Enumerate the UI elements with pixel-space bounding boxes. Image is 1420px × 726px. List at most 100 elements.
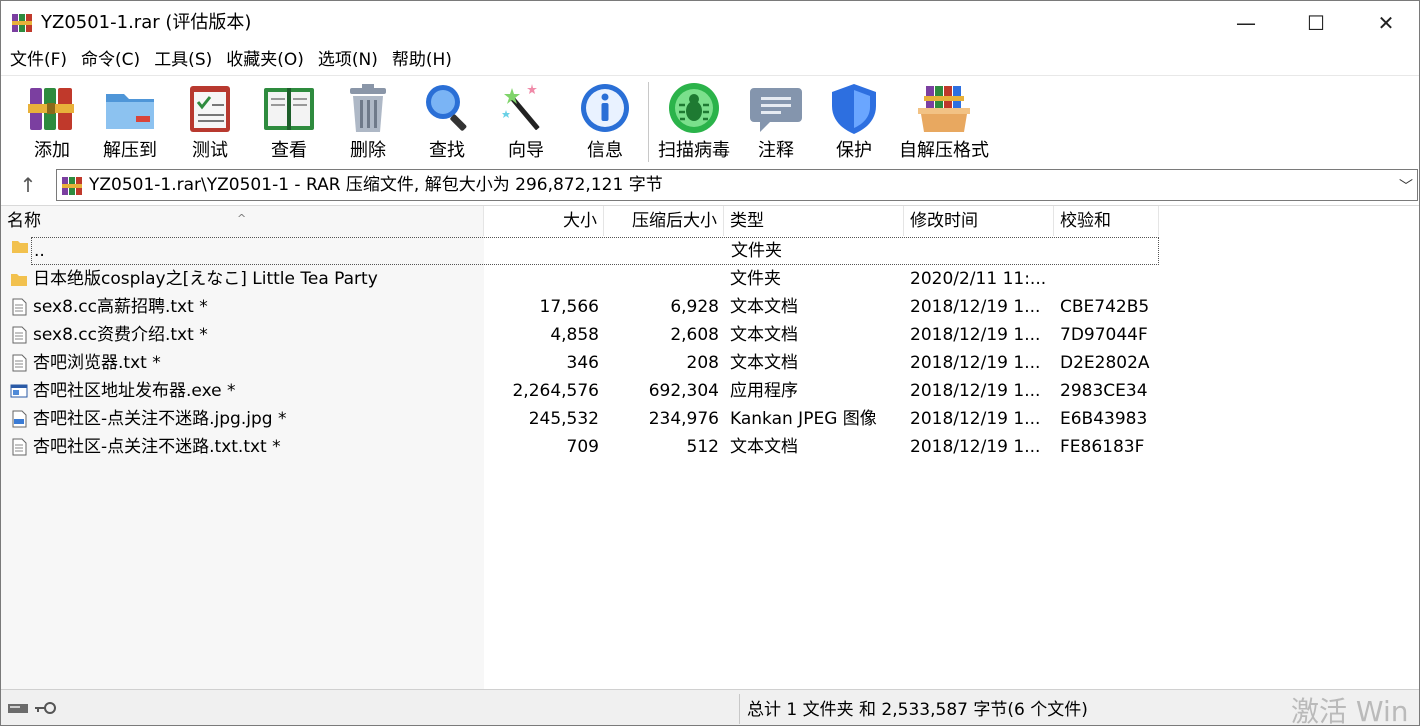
file-type: 文本文档 bbox=[730, 297, 798, 317]
file-mtime: 2018/12/19 1... bbox=[910, 325, 1041, 345]
file-size bbox=[486, 237, 600, 265]
comment-button[interactable]: 注释 bbox=[749, 80, 803, 164]
file-row[interactable]: 杏吧浏览器.txt * 346 208 文本文档 2018/12/19 1...… bbox=[1, 349, 1161, 377]
menu-options[interactable]: 选项(N) bbox=[311, 46, 385, 74]
extract-to-button[interactable]: 解压到 bbox=[99, 80, 161, 164]
file-type: 文本文档 bbox=[730, 437, 798, 457]
minimize-button[interactable]: — bbox=[1211, 1, 1281, 45]
view-button[interactable]: 查看 bbox=[257, 80, 321, 164]
close-button[interactable]: ✕ bbox=[1351, 1, 1419, 45]
menu-help[interactable]: 帮助(H) bbox=[385, 46, 459, 74]
menu-tools[interactable]: 工具(S) bbox=[147, 46, 219, 74]
text-file-icon bbox=[12, 298, 27, 316]
column-header-packed[interactable]: 压缩后大小 bbox=[604, 206, 724, 236]
add-button[interactable]: 添加 bbox=[23, 80, 81, 164]
file-row[interactable]: 日本绝版cosplay之[えなこ] Little Tea Party 文件夹 2… bbox=[1, 265, 1161, 293]
test-clipboard-icon bbox=[190, 86, 230, 132]
file-packed-size: 692,304 bbox=[648, 381, 719, 401]
menu-bar: 文件(F) 命令(C) 工具(S) 收藏夹(O) 选项(N) 帮助(H) bbox=[1, 45, 1419, 75]
file-size: 709 bbox=[566, 437, 599, 457]
file-size: 17,566 bbox=[539, 297, 599, 317]
file-mtime: 2018/12/19 1... bbox=[910, 297, 1041, 317]
extract-to-label: 解压到 bbox=[103, 140, 157, 161]
text-file-icon bbox=[12, 438, 27, 456]
file-list: 名称 ^ 大小 压缩后大小 类型 修改时间 校验和 .. 文件夹 日本绝版cos… bbox=[1, 205, 1419, 690]
column-header-mtime[interactable]: 修改时间 bbox=[904, 206, 1054, 236]
virus-scan-label: 扫描病毒 bbox=[658, 140, 730, 161]
file-crc: E6B43983 bbox=[1060, 409, 1148, 429]
folder-up-icon bbox=[12, 241, 28, 253]
key-icon[interactable] bbox=[33, 700, 57, 716]
menu-commands[interactable]: 命令(C) bbox=[74, 46, 147, 74]
window-title: YZ0501-1.rar (评估版本) bbox=[41, 12, 252, 33]
file-type: 文件夹 bbox=[731, 241, 782, 261]
virus-scan-button[interactable]: 扫描病毒 bbox=[657, 80, 731, 164]
protect-label: 保护 bbox=[836, 140, 872, 161]
wizard-button[interactable]: 向导 bbox=[497, 80, 555, 164]
folder-icon bbox=[11, 274, 27, 286]
activation-watermark: 激活 Win bbox=[1291, 695, 1409, 726]
virus-scan-icon bbox=[669, 83, 719, 133]
sfx-button[interactable]: 自解压格式 bbox=[899, 80, 989, 164]
file-mtime: 2018/12/19 1... bbox=[910, 409, 1041, 429]
find-label: 查找 bbox=[429, 140, 465, 161]
column-header-name[interactable]: 名称 ^ bbox=[1, 206, 484, 236]
sfx-label: 自解压格式 bbox=[899, 140, 989, 161]
address-field[interactable]: YZ0501-1.rar\YZ0501-1 - RAR 压缩文件, 解包大小为 … bbox=[56, 169, 1418, 201]
maximize-button[interactable]: ☐ bbox=[1281, 1, 1351, 45]
file-name: 杏吧浏览器.txt * bbox=[33, 353, 161, 373]
file-type: 应用程序 bbox=[730, 381, 798, 401]
archive-icon bbox=[62, 177, 82, 195]
drive-icon[interactable] bbox=[7, 700, 29, 716]
file-name: 日本绝版cosplay之[えなこ] Little Tea Party bbox=[33, 269, 378, 289]
file-size: 346 bbox=[566, 353, 599, 373]
view-label: 查看 bbox=[271, 140, 307, 161]
trash-icon bbox=[350, 84, 386, 132]
status-bar: 总计 1 文件夹 和 2,533,587 字节(6 个文件) 激活 Win bbox=[1, 689, 1419, 726]
up-folder-button[interactable]: ↑ bbox=[11, 171, 45, 199]
text-file-icon bbox=[12, 354, 27, 372]
protect-button[interactable]: 保护 bbox=[827, 80, 881, 164]
file-type: 文件夹 bbox=[730, 269, 781, 289]
jpeg-file-icon bbox=[12, 410, 27, 428]
file-crc: 2983CE34 bbox=[1060, 381, 1148, 401]
chevron-down-icon[interactable]: ﹀ bbox=[1399, 176, 1413, 196]
file-name: .. bbox=[34, 241, 45, 261]
file-packed-size: 234,976 bbox=[648, 409, 719, 429]
status-summary: 总计 1 文件夹 和 2,533,587 字节(6 个文件) bbox=[747, 700, 1088, 720]
find-button[interactable]: 查找 bbox=[419, 80, 475, 164]
file-type: 文本文档 bbox=[730, 325, 798, 345]
file-packed-size bbox=[606, 237, 720, 265]
column-header-size[interactable]: 大小 bbox=[484, 206, 604, 236]
wizard-label: 向导 bbox=[508, 140, 544, 161]
file-mtime: 2018/12/19 1... bbox=[910, 381, 1041, 401]
file-row[interactable]: 杏吧社区地址发布器.exe * 2,264,576 692,304 应用程序 2… bbox=[1, 377, 1161, 405]
file-name: sex8.cc高薪招聘.txt * bbox=[33, 297, 208, 317]
column-header-crc[interactable]: 校验和 bbox=[1054, 206, 1159, 236]
file-row[interactable]: sex8.cc资费介绍.txt * 4,858 2,608 文本文档 2018/… bbox=[1, 321, 1161, 349]
file-row[interactable]: 杏吧社区-点关注不迷路.txt.txt * 709 512 文本文档 2018/… bbox=[1, 433, 1161, 461]
list-header: 名称 ^ 大小 压缩后大小 类型 修改时间 校验和 bbox=[1, 206, 1161, 236]
extract-folder-icon bbox=[106, 94, 154, 129]
test-button[interactable]: 测试 bbox=[183, 80, 237, 164]
file-row[interactable]: sex8.cc高薪招聘.txt * 17,566 6,928 文本文档 2018… bbox=[1, 293, 1161, 321]
file-packed-size: 208 bbox=[686, 353, 719, 373]
toolbar: 添加 解压到 测试 查看 删除 查找 向导 信息 扫描病毒 注释 保护 自解压格… bbox=[1, 75, 1419, 167]
magnifier-icon bbox=[426, 85, 467, 131]
file-crc: CBE742B5 bbox=[1060, 297, 1150, 317]
file-row-parent[interactable]: .. 文件夹 bbox=[12, 237, 1161, 265]
delete-button[interactable]: 删除 bbox=[341, 80, 395, 164]
menu-favorites[interactable]: 收藏夹(O) bbox=[219, 46, 311, 74]
info-button[interactable]: 信息 bbox=[577, 80, 633, 164]
shield-icon bbox=[832, 84, 876, 134]
comment-icon bbox=[750, 88, 802, 132]
text-file-icon bbox=[12, 326, 27, 344]
file-row[interactable]: 杏吧社区-点关注不迷路.jpg.jpg * 245,532 234,976 Ka… bbox=[1, 405, 1161, 433]
menu-file[interactable]: 文件(F) bbox=[3, 46, 74, 74]
column-header-type[interactable]: 类型 bbox=[724, 206, 904, 236]
address-path: YZ0501-1.rar\YZ0501-1 - RAR 压缩文件, 解包大小为 … bbox=[89, 175, 663, 195]
test-label: 测试 bbox=[192, 140, 228, 161]
title-bar: YZ0501-1.rar (评估版本) — ☐ ✕ bbox=[1, 1, 1419, 45]
winrar-app-icon bbox=[12, 14, 32, 32]
file-crc bbox=[1061, 237, 1161, 265]
